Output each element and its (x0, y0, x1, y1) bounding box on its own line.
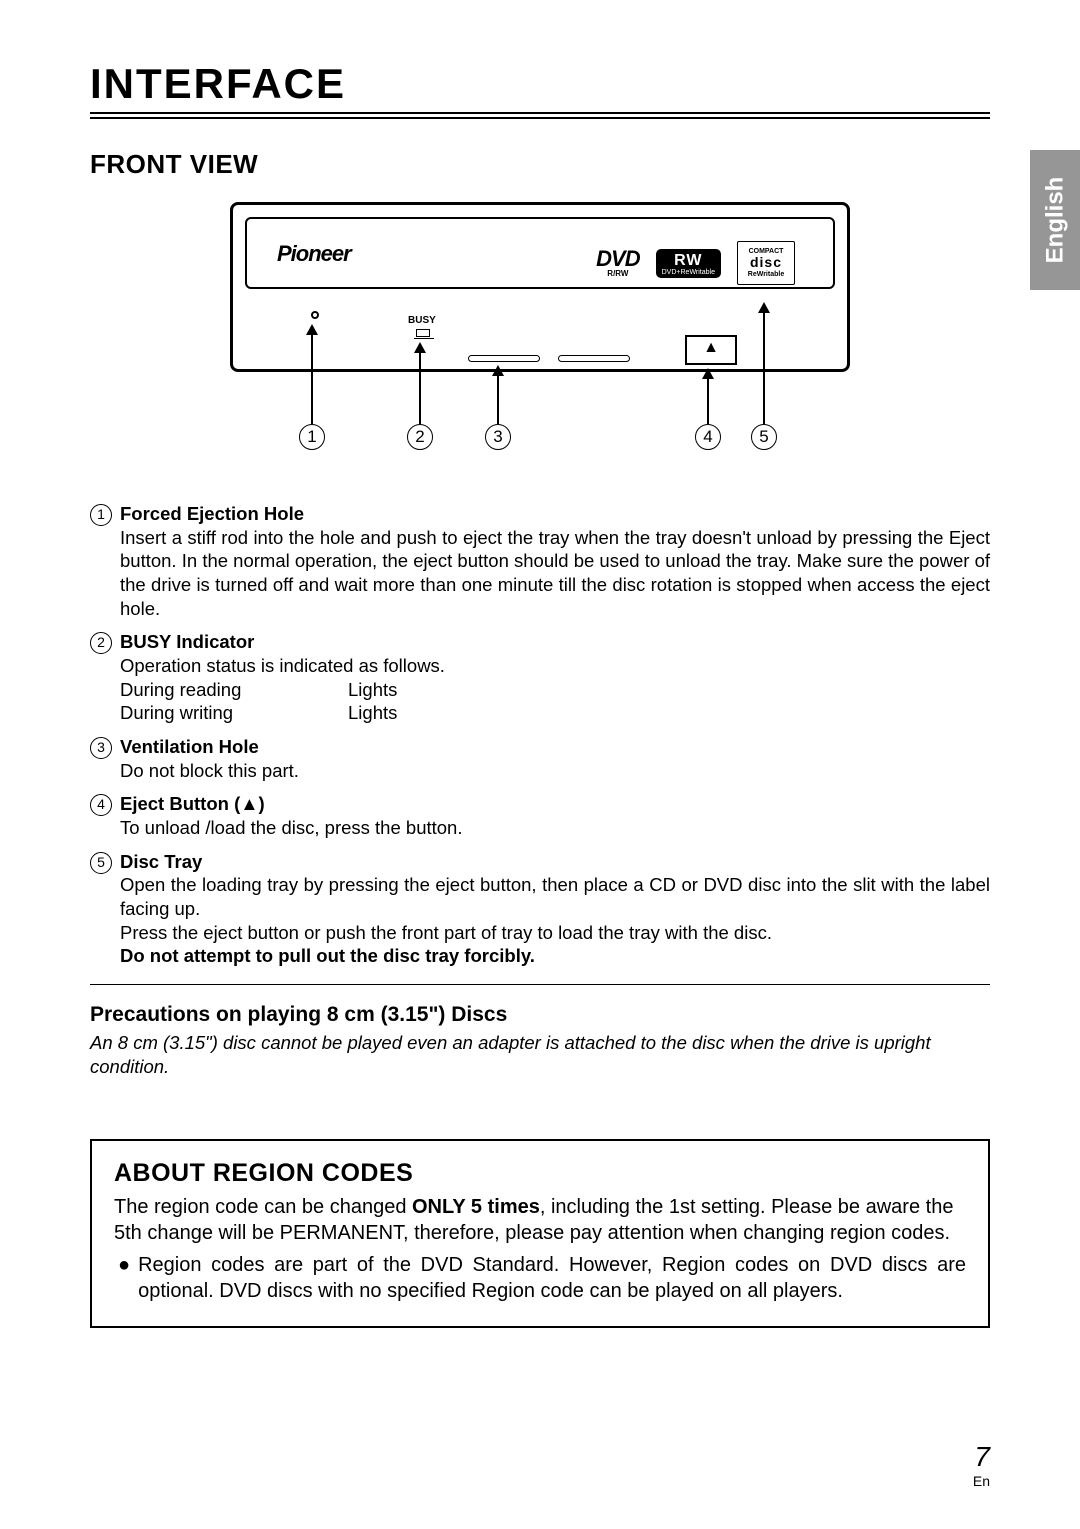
busy-led-icon (416, 329, 430, 337)
language-tab: English (1030, 150, 1080, 290)
desc-num: 1 (90, 504, 112, 526)
busy-label: BUSY (408, 315, 436, 326)
desc-item: 4 Eject Button (▲) To unload /load the d… (90, 792, 990, 839)
precautions-text: An 8 cm (3.15") disc cannot be played ev… (90, 1031, 990, 1079)
callout-4: 4 (695, 424, 721, 450)
desc-warning: Do not attempt to pull out the disc tray… (120, 944, 990, 968)
desc-item: 5 Disc Tray Open the loading tray by pre… (90, 850, 990, 968)
desc-title: BUSY Indicator (120, 631, 254, 652)
compact-disc-logo: COMPACT disc ReWritable (737, 241, 795, 285)
desc-num: 3 (90, 737, 112, 759)
page-number: 7 En (973, 1441, 990, 1489)
eject-button-icon: ▲ (685, 335, 737, 365)
brand-logo: Pioneer (277, 241, 351, 267)
vent-slot-icon (558, 355, 630, 362)
desc-num: 4 (90, 794, 112, 816)
divider (90, 984, 990, 985)
rw-logo: RW DVD+ReWritable (656, 249, 721, 278)
precautions-heading: Precautions on playing 8 cm (3.15") Disc… (90, 1003, 990, 1027)
desc-title: Disc Tray (120, 851, 202, 872)
callout-1: 1 (299, 424, 325, 450)
desc-num: 2 (90, 632, 112, 654)
vent-slot-icon (468, 355, 540, 362)
desc-text: Press the eject button or push the front… (120, 921, 990, 945)
desc-text: Insert a stiff rod into the hole and pus… (120, 526, 990, 621)
region-codes-bullet: ● Region codes are part of the DVD Stand… (114, 1252, 966, 1304)
ejection-hole-icon (311, 311, 319, 319)
region-codes-heading: ABOUT REGION CODES (114, 1159, 966, 1188)
front-view-diagram: Pioneer DVD R/RW RW DVD+ReWritable COMPA… (230, 202, 850, 462)
callout-2: 2 (407, 424, 433, 450)
desc-text: To unload /load the disc, press the butt… (120, 816, 990, 840)
dvd-logo: DVD R/RW (596, 248, 639, 278)
desc-item: 2 BUSY Indicator Operation status is ind… (90, 630, 990, 725)
descriptions-list: 1 Forced Ejection Hole Insert a stiff ro… (90, 502, 990, 968)
desc-item: 3 Ventilation Hole Do not block this par… (90, 735, 990, 782)
desc-title: Forced Ejection Hole (120, 503, 304, 524)
page-title: INTERFACE (90, 60, 990, 108)
desc-num: 5 (90, 852, 112, 874)
desc-text: Operation status is indicated as follows… (120, 654, 990, 678)
title-rule (90, 112, 990, 119)
front-view-heading: FRONT VIEW (90, 149, 990, 180)
region-codes-paragraph: The region code can be changed ONLY 5 ti… (114, 1194, 966, 1246)
callout-5: 5 (751, 424, 777, 450)
status-row: During writingLights (120, 701, 990, 725)
bullet-icon: ● (118, 1252, 130, 1304)
region-codes-box: ABOUT REGION CODES The region code can b… (90, 1139, 990, 1328)
status-row: During readingLights (120, 678, 990, 702)
callout-3: 3 (485, 424, 511, 450)
desc-title: Ventilation Hole (120, 736, 259, 757)
desc-title: Eject Button (▲) (120, 793, 265, 814)
desc-item: 1 Forced Ejection Hole Insert a stiff ro… (90, 502, 990, 620)
desc-text: Open the loading tray by pressing the ej… (120, 873, 990, 920)
desc-text: Do not block this part. (120, 759, 990, 783)
